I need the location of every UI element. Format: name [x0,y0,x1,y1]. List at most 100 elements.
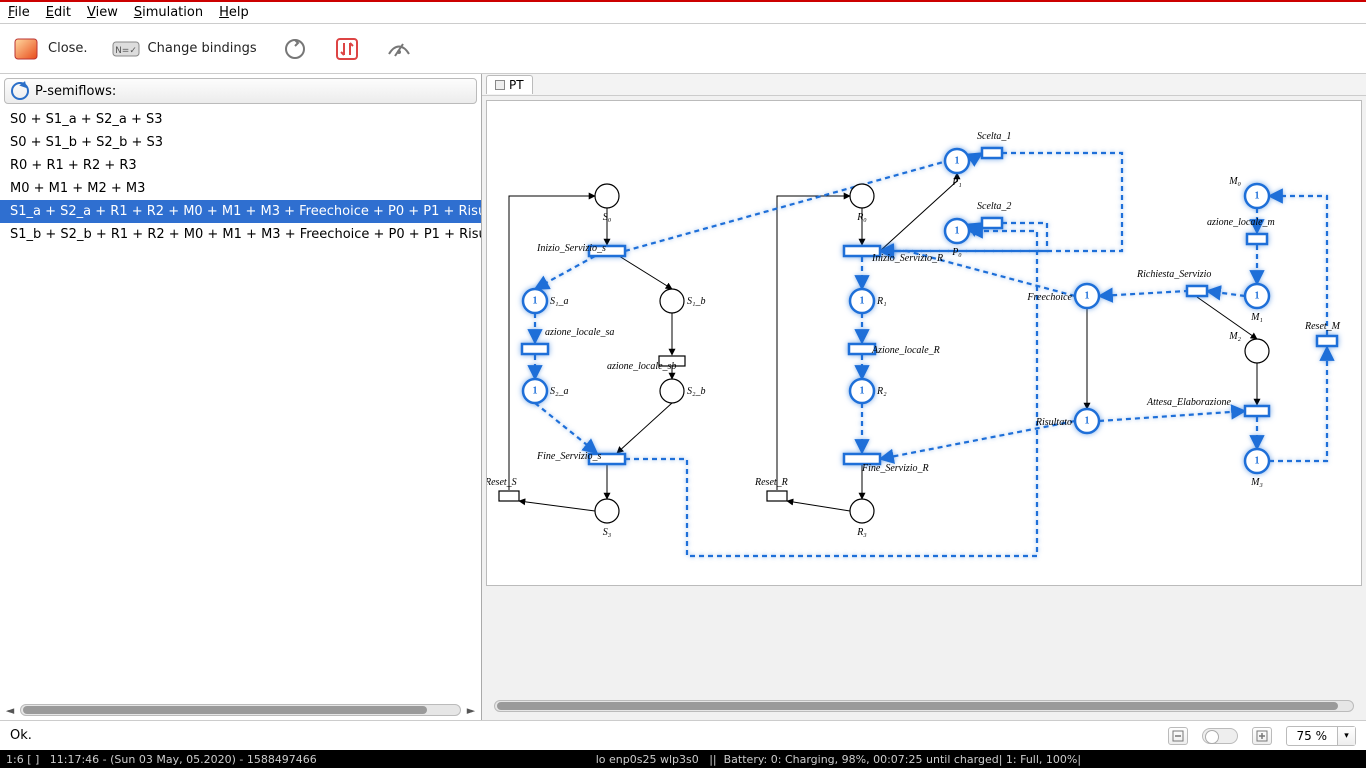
list-item[interactable]: S0 + S1_b + S2_b + S3 [0,131,481,154]
right-hscroll[interactable] [486,696,1362,716]
menu-edit[interactable]: Edit [46,5,71,20]
svg-text:Risultato: Risultato [1035,417,1072,428]
os-status-bar: 1:6 [ ] 11:17:46 - (Sun 03 May, 05.2020)… [0,750,1366,768]
menu-simulation[interactable]: Simulation [134,5,203,20]
svg-text:Inizio_Servizio_s: Inizio_Servizio_s [536,243,606,254]
svg-text:R₀: R₀ [856,212,867,223]
swap-icon [333,37,361,61]
svg-text:azione_locale_m: azione_locale_m [1207,217,1275,228]
minus-icon [1172,730,1184,742]
close-label: Close. [48,41,88,56]
list-item[interactable]: S1_b + S2_b + R1 + R2 + M0 + M1 + M3 + F… [0,223,481,246]
semiflow-icon [11,82,29,100]
tool-measure[interactable] [385,37,413,61]
svg-text:Fine_Servizio_R: Fine_Servizio_R [861,463,929,474]
svg-text:1: 1 [533,386,538,397]
zoom-controls: 75 % ▾ [1168,726,1357,746]
tab-bar: PT [482,74,1366,96]
svg-text:Reset_S: Reset_S [487,477,517,488]
svg-text:S₁_b: S₁_b [687,296,705,307]
scroll-left-icon[interactable]: ◄ [4,704,16,717]
svg-text:M₀: M₀ [1228,176,1241,187]
svg-text:1: 1 [1255,291,1260,302]
svg-text:Inizio_Servizio_R: Inizio_Servizio_R [871,253,943,264]
scroll-right-icon[interactable]: ► [465,704,477,717]
tool-refresh[interactable] [281,37,309,61]
list-item[interactable]: S1_a + S2_a + R1 + R2 + M0 + M1 + M3 + F… [0,200,481,223]
svg-text:Scelta_1: Scelta_1 [977,131,1011,142]
svg-text:1: 1 [1255,456,1260,467]
svg-text:Richiesta_Servizio: Richiesta_Servizio [1136,269,1211,280]
svg-text:R₃: R₃ [856,527,867,538]
tab-icon [495,80,505,90]
svg-text:N=✓: N=✓ [115,46,137,56]
svg-text:S₃: S₃ [603,527,612,538]
zoom-value: 75 % [1287,729,1338,743]
change-bindings-button[interactable]: N=✓ Change bindings [112,37,257,61]
svg-text:S₂_a: S₂_a [550,386,568,397]
bindings-icon: N=✓ [112,37,140,61]
svg-text:Attesa_Elaborazione: Attesa_Elaborazione [1146,397,1231,408]
svg-text:Reset_R: Reset_R [754,477,788,488]
svg-text:Reset_M: Reset_M [1304,321,1341,332]
svg-text:Scelta_2: Scelta_2 [977,201,1011,212]
menu-view[interactable]: View [87,5,118,20]
svg-text:azione_locale_sb: azione_locale_sb [607,361,676,372]
p-semiflows-header: P-semiflows: [4,78,477,104]
svg-text:1: 1 [955,226,960,237]
svg-text:Freechoice: Freechoice [1026,292,1072,303]
svg-text:1: 1 [860,386,865,397]
chevron-down-icon[interactable]: ▾ [1337,727,1355,745]
scroll-thumb[interactable] [23,706,427,714]
svg-text:1: 1 [533,296,538,307]
os-left: 1:6 [ ] 11:17:46 - (Sun 03 May, 05.2020)… [6,753,317,766]
svg-text:M₂: M₂ [1228,331,1241,342]
refresh-icon [281,37,309,61]
os-mid: lo enp0s25 wlp3s0 || Battery: 0: Chargin… [317,753,1360,766]
right-panel: PT Inizio_Servizio_sazione_locale_saazio… [482,74,1366,720]
menubar: File Edit View Simulation Help [0,2,1366,24]
svg-text:Azione_locale_R: Azione_locale_R [871,345,940,356]
toolbar: Close. N=✓ Change bindings [0,24,1366,74]
svg-text:Fine_Servizio_s: Fine_Servizio_s [536,451,602,462]
list-item[interactable]: R0 + R1 + R2 + R3 [0,154,481,177]
semiflow-list[interactable]: S0 + S1_a + S2_a + S3S0 + S1_b + S2_b + … [0,108,481,700]
tab-label: PT [509,78,524,92]
close-icon [12,37,40,61]
list-item[interactable]: S0 + S1_a + S2_a + S3 [0,108,481,131]
change-bindings-label: Change bindings [148,41,257,56]
svg-text:S₁_a: S₁_a [550,296,568,307]
svg-text:S₀: S₀ [603,212,612,223]
net-canvas[interactable]: Inizio_Servizio_s azione_locale_sa azione_… [486,100,1362,586]
zoom-in-button[interactable] [1252,727,1272,745]
svg-text:S₂_b: S₂_b [687,386,705,397]
caliper-icon [385,37,413,61]
scroll-track[interactable] [20,704,461,716]
p-semiflows-title: P-semiflows: [35,84,116,99]
menu-help[interactable]: Help [219,5,249,20]
zoom-toggle[interactable] [1202,728,1238,744]
svg-text:azione_locale_sa: azione_locale_sa [545,327,614,338]
list-item[interactable]: M0 + M1 + M2 + M3 [0,177,481,200]
svg-text:R₁: R₁ [876,296,887,307]
svg-text:M₁: M₁ [1250,312,1263,323]
menu-file[interactable]: File [8,5,30,20]
tab-pt[interactable]: PT [486,75,533,94]
svg-text:1: 1 [1085,416,1090,427]
svg-text:1: 1 [1255,191,1260,202]
svg-text:P₁: P₁ [951,177,962,188]
tool-swap[interactable] [333,37,361,61]
zoom-select[interactable]: 75 % ▾ [1286,726,1357,746]
svg-text:1: 1 [955,156,960,167]
left-hscroll[interactable]: ◄ ► [0,700,481,720]
svg-text:M₃: M₃ [1250,477,1263,488]
plus-icon [1256,730,1268,742]
status-bar: Ok. 75 % ▾ [0,720,1366,750]
svg-text:1: 1 [860,296,865,307]
zoom-out-button[interactable] [1168,727,1188,745]
svg-text:P₀: P₀ [951,247,962,258]
left-panel: P-semiflows: S0 + S1_a + S2_a + S3S0 + S… [0,74,482,720]
close-button[interactable]: Close. [12,37,88,61]
status-text: Ok. [10,728,32,743]
svg-text:R₂: R₂ [876,386,887,397]
